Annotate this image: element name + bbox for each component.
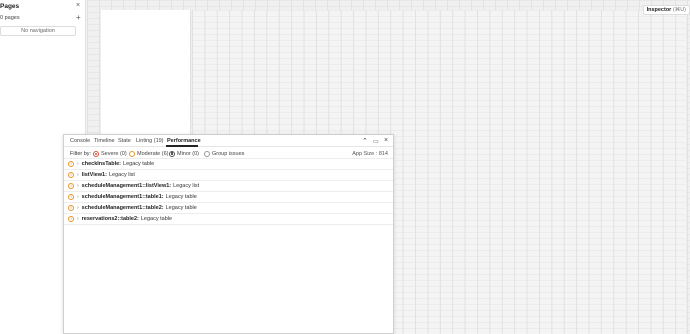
collapse-icon[interactable]: ⌃ — [362, 137, 368, 145]
close-icon[interactable]: × — [76, 2, 80, 9]
debug-panel: Console Timeline State Linting (19) Perf… — [63, 134, 394, 334]
issue-name: scheduleManagement1::table1: — [81, 194, 164, 200]
moderate-icon — [129, 150, 135, 157]
issue-name: scheduleManagement1::table2: — [81, 205, 164, 211]
issue-desc: Legacy table — [165, 194, 197, 200]
warning-icon: ! — [68, 183, 74, 189]
issue-desc: Legacy list — [108, 172, 135, 178]
chevron-right-icon[interactable]: › — [77, 216, 79, 222]
no-navigation-box[interactable]: No navigation — [0, 26, 76, 36]
issue-name: listView1: — [81, 172, 107, 178]
warning-icon: ! — [68, 216, 74, 222]
filter-bar: Filter by: Severe (0) Moderate (6) Minor… — [64, 148, 393, 159]
issue-desc: Legacy table — [140, 216, 173, 222]
chevron-right-icon[interactable]: › — [77, 205, 79, 211]
issue-row[interactable]: ! › checkInsTable: Legacy table — [64, 159, 393, 170]
chevron-right-icon[interactable]: › — [77, 194, 79, 200]
issue-desc: Legacy list — [173, 183, 200, 189]
issue-desc: Legacy table — [165, 205, 197, 211]
filter-severe[interactable]: Severe (0) — [93, 150, 127, 157]
issue-row[interactable]: ! › scheduleManagement1::listView1: Lega… — [64, 181, 393, 192]
inspector-shortcut: (⌘U) — [672, 7, 686, 13]
inspector-label: Inspector — [646, 7, 672, 13]
issue-row[interactable]: ! › scheduleManagement1::table2: Legacy … — [64, 203, 393, 214]
filter-moderate[interactable]: Moderate (6) — [129, 150, 169, 157]
plus-icon[interactable]: + — [76, 13, 81, 22]
debug-tabs: Console Timeline State Linting (19) Perf… — [64, 135, 393, 147]
filter-minor[interactable]: Minor (0) — [169, 150, 199, 157]
minor-icon — [169, 150, 175, 157]
issue-list: ! › checkInsTable: Legacy table ! › list… — [64, 159, 393, 225]
pages-title: Pages — [0, 3, 20, 10]
issue-name: checkInsTable: — [81, 161, 122, 167]
warning-icon: ! — [68, 205, 74, 211]
tab-timeline[interactable]: Timeline — [94, 138, 115, 144]
inspector-button[interactable]: Inspector (⌘U) — [642, 5, 690, 15]
chevron-right-icon[interactable]: › — [77, 183, 79, 189]
issue-row[interactable]: ! › reservations2::table2: Legacy table — [64, 214, 393, 225]
pages-count: 0 pages — [0, 15, 20, 21]
close-panel-icon[interactable]: × — [384, 137, 388, 144]
tab-console[interactable]: Console — [70, 138, 90, 144]
issue-name: scheduleManagement1::listView1: — [81, 183, 172, 189]
active-tab-indicator — [166, 145, 198, 147]
tab-performance[interactable]: Performance — [167, 138, 201, 144]
issue-desc: Legacy table — [123, 161, 155, 167]
tab-state[interactable]: State — [118, 138, 131, 144]
group-issues-toggle[interactable]: Group issues — [204, 150, 244, 157]
issue-row[interactable]: ! › scheduleManagement1::table1: Legacy … — [64, 192, 393, 203]
chevron-right-icon[interactable]: › — [77, 161, 79, 167]
warning-icon: ! — [68, 194, 74, 200]
app-size: App Size : 814 — [352, 151, 388, 157]
dock-icon[interactable]: ▭ — [373, 138, 379, 145]
issue-name: reservations2::table2: — [81, 216, 139, 222]
warning-icon: ! — [68, 161, 74, 167]
issue-row[interactable]: ! › listView1: Legacy list — [64, 170, 393, 181]
severe-icon — [93, 150, 99, 157]
group-issues-checkbox[interactable] — [204, 150, 210, 157]
tab-linting[interactable]: Linting (19) — [136, 138, 164, 144]
warning-icon: ! — [68, 172, 74, 178]
chevron-right-icon[interactable]: › — [77, 172, 79, 178]
filter-label: Filter by: — [70, 151, 92, 157]
